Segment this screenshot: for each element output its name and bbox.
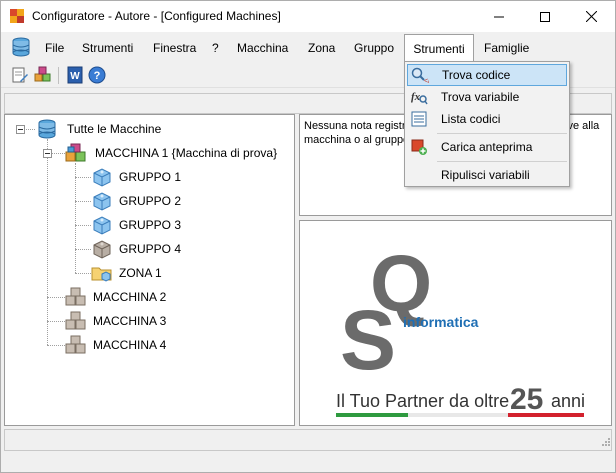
logo-letter-s: S [340,293,396,387]
menu-item-label: Trova codice [442,68,511,82]
menu-finestra[interactable]: Finestra [153,41,196,55]
tree-node-label: MACCHINA 2 [93,290,167,304]
help-icon[interactable]: ? [88,66,106,84]
menu-macchina[interactable]: Macchina [237,41,288,55]
collapse-root-button[interactable] [16,125,25,134]
tree-node-label: Tutte le Macchine [67,122,162,136]
tree-node-machine-4[interactable]: MACCHINA 4 [65,335,166,355]
database-icon [12,37,30,57]
menu-separator [437,161,567,162]
find-code-icon: </> [411,67,429,85]
app-icon [10,9,24,23]
menu-separator [437,133,567,134]
menu-item-label: Carica anteprima [441,140,533,154]
tree-node-label: MACCHINA 4 [93,338,167,352]
load-preview-icon [411,139,427,155]
tree-node-label: GRUPPO 2 [119,194,182,208]
menu-item-label: Trova variabile [441,90,520,104]
toolbar-separator [58,67,59,84]
gray-cubes-icon [65,311,86,330]
gray-cubes-icon [65,287,86,306]
tree-node-label: GRUPPO 3 [119,218,182,232]
menu-gruppo[interactable]: Gruppo [354,41,394,55]
logo-years: 25 [510,383,543,416]
code-list-icon [411,111,427,127]
status-strip [4,429,612,451]
notes-text-line2: macchina o al gruppo [304,134,410,146]
tree-node-label: MACCHINA 3 [93,314,167,328]
menu-item-trova-codice[interactable]: </> Trova codice [407,64,567,86]
svg-text:W: W [70,71,80,82]
tree-node-group-4[interactable]: GRUPPO 4 [91,239,181,259]
app-window: Configuratore - Autore - [Configured Mac… [0,0,616,473]
notes-text-start: Nessuna nota registra [304,120,412,132]
tree-node-group-1[interactable]: GRUPPO 1 [91,167,181,187]
close-button[interactable] [568,1,614,32]
menu-item-label: Ripulisci variabili [441,168,530,182]
tree-node-machine-2[interactable]: MACCHINA 2 [65,287,166,307]
tree-node-label: GRUPPO 4 [119,242,182,256]
colored-cubes-icon [65,143,86,162]
logo-tagline: Il Tuo Partner da oltre [336,391,509,411]
tree-node-machine-3[interactable]: MACCHINA 3 [65,311,166,331]
menu-zona[interactable]: Zona [308,41,335,55]
edit-document-icon[interactable] [11,66,29,84]
cubes-icon[interactable] [34,66,52,84]
menu-item-lista-codici[interactable]: Lista codici [407,108,567,130]
svg-text:?: ? [94,70,101,82]
strumenti-dropdown-menu: </> Trova codice fx Trova variabile List… [404,61,570,187]
tree-node-label: GRUPPO 1 [119,170,182,184]
menu-item-carica-anteprima[interactable]: Carica anteprima [407,136,567,158]
collapse-machine1-button[interactable] [43,149,52,158]
menu-item-trova-variabile[interactable]: fx Trova variabile [407,86,567,108]
find-variable-icon: fx [411,91,428,105]
menu-strumenti[interactable]: Strumenti [82,41,133,55]
menu-help[interactable]: ? [212,41,219,55]
title-bar: Configuratore - Autore - [Configured Mac… [1,1,615,32]
tree-node-group-2[interactable]: GRUPPO 2 [91,191,181,211]
menu-item-ripulisci-variabili[interactable]: Ripulisci variabili [407,164,567,186]
blue-cube-icon [93,192,111,211]
tree-node-group-3[interactable]: GRUPPO 3 [91,215,181,235]
resize-grip-icon[interactable] [601,437,611,447]
sq-informatica-logo: Q S informatica Il Tuo Partner da oltre … [336,239,585,417]
svg-text:fx: fx [411,91,421,103]
menu-strumenti-open[interactable]: Strumenti [404,34,474,62]
machine-tree[interactable]: Tutte le Macchine MACCHINA 1 {Macchina d… [4,114,295,426]
flag-stripe-white [408,413,508,417]
menu-item-label: Lista codici [441,112,501,126]
tree-node-label: MACCHINA 1 {Macchina di prova} [95,146,278,160]
flag-stripe-red [508,413,584,417]
zone-folder-icon [91,267,112,282]
word-icon[interactable]: W [66,66,84,84]
database-icon [38,119,56,139]
minimize-icon [494,16,504,17]
window-title: Configuratore - Autore - [Configured Mac… [32,9,281,23]
gray-cube-icon [93,240,111,259]
tree-node-zone-1[interactable]: ZONA 1 [91,263,162,283]
close-icon [585,11,597,22]
flag-stripe-green [336,413,408,417]
blue-cube-icon [93,168,111,187]
gray-cubes-icon [65,335,86,354]
status-bar [1,429,615,472]
maximize-icon [540,11,550,22]
maximize-button[interactable] [522,1,568,32]
tree-node-label: ZONA 1 [119,266,162,280]
tree-node-root[interactable]: Tutte le Macchine [37,119,161,139]
logo-brand: informatica [403,314,479,330]
blue-cube-icon [93,216,111,235]
svg-text:</>: </> [424,78,429,85]
company-logo-panel: Q S informatica Il Tuo Partner da oltre … [299,220,612,426]
menu-famiglie[interactable]: Famiglie [484,41,529,55]
logo-tagline-end: anni [551,391,585,411]
menu-file[interactable]: File [45,41,64,55]
menu-bar: File Strumenti Finestra ? Macchina Zona … [1,32,615,85]
tree-node-machine-1[interactable]: MACCHINA 1 {Macchina di prova} [65,143,277,163]
minimize-button[interactable] [476,1,522,32]
